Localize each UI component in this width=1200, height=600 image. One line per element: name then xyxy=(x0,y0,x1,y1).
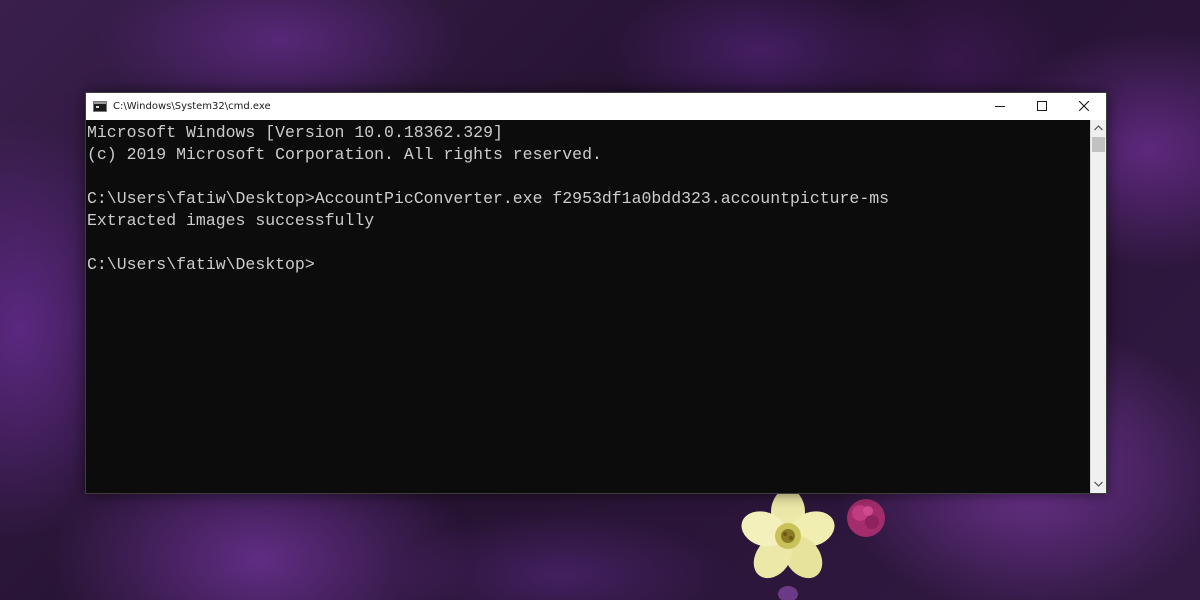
scroll-up-button[interactable] xyxy=(1091,120,1106,137)
close-button[interactable] xyxy=(1063,93,1105,120)
pink-bud-decoration xyxy=(847,499,885,537)
chevron-up-icon xyxy=(1094,125,1103,131)
console-prompt[interactable]: C:\Users\fatiw\Desktop> xyxy=(87,254,1090,276)
maximize-icon xyxy=(1037,101,1047,111)
cmd-window: C:\Windows\System32\cmd.exe Microsoft Wi… xyxy=(85,92,1107,494)
maximize-button[interactable] xyxy=(1021,93,1063,120)
white-flower-decoration xyxy=(741,494,835,600)
scrollbar-thumb[interactable] xyxy=(1092,137,1105,152)
console-line: (c) 2019 Microsoft Corporation. All righ… xyxy=(87,145,602,164)
console-line: Microsoft Windows [Version 10.0.18362.32… xyxy=(87,123,503,142)
title-bar[interactable]: C:\Windows\System32\cmd.exe xyxy=(86,93,1106,120)
minimize-icon xyxy=(995,106,1005,107)
chevron-down-icon xyxy=(1094,481,1103,487)
console-line: Extracted images successfully xyxy=(87,211,375,230)
close-icon xyxy=(1079,101,1089,111)
scroll-down-button[interactable] xyxy=(1091,476,1106,493)
minimize-button[interactable] xyxy=(979,93,1021,120)
cmd-icon xyxy=(93,101,107,112)
window-title: C:\Windows\System32\cmd.exe xyxy=(113,101,271,112)
console-line: C:\Users\fatiw\Desktop>AccountPicConvert… xyxy=(87,189,890,208)
console-output[interactable]: Microsoft Windows [Version 10.0.18362.32… xyxy=(86,120,1090,493)
vertical-scrollbar[interactable] xyxy=(1090,120,1106,493)
